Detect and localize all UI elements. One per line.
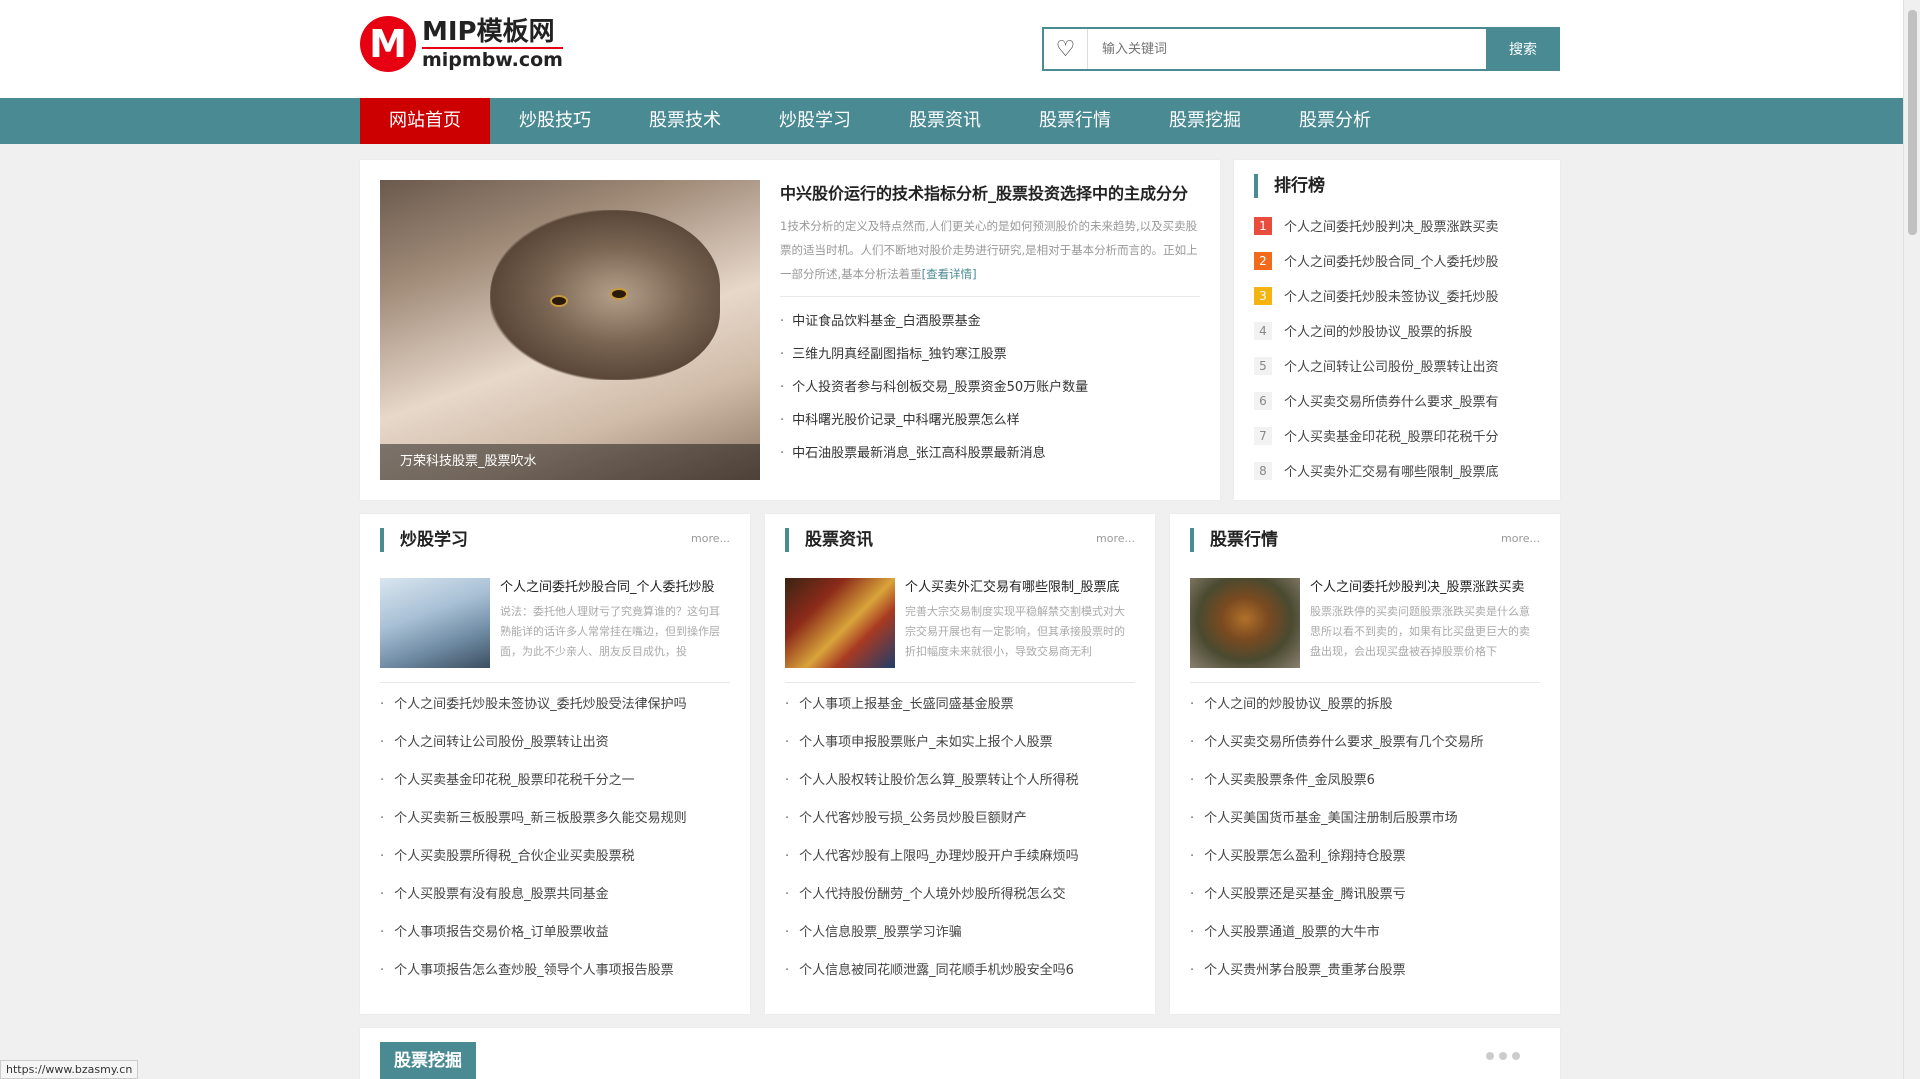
article-summary: 说法：委托他人理财亏了究竟算谁的？这句耳熟能详的话许多人常常挂在嘴边，但到操作层… bbox=[500, 605, 720, 658]
list-item[interactable]: 个人买股票还是买基金_腾讯股票亏 bbox=[1190, 876, 1540, 914]
list-item[interactable]: 个人人股权转让股价怎么算_股票转让个人所得税 bbox=[785, 762, 1135, 800]
list-item[interactable]: 个人之间的炒股协议_股票的拆股 bbox=[1190, 686, 1540, 724]
search-input[interactable] bbox=[1088, 29, 1486, 69]
search-bar: ♡ 搜索 bbox=[1042, 27, 1560, 71]
rank-item[interactable]: 1 个人之间委托炒股判决_股票涨跌买卖 bbox=[1254, 208, 1540, 243]
featured-title[interactable]: 中兴股价运行的技术指标分析_股票投资选择中的主成分分 bbox=[780, 180, 1200, 208]
featured-image[interactable]: 万荣科技股票_股票吹水 bbox=[380, 180, 760, 480]
column-title: 炒股学习 bbox=[380, 528, 468, 552]
cat-photo bbox=[490, 210, 720, 380]
ranking-panel: 排行榜 1 个人之间委托炒股判决_股票涨跌买卖 2 个人之间委托炒股合同_个人委托炒… bbox=[1234, 160, 1560, 500]
list-item[interactable]: 个人信息股票_股票学习诈骗 bbox=[785, 914, 1135, 952]
featured-image-caption[interactable]: 万荣科技股票_股票吹水 bbox=[380, 444, 760, 480]
article-summary: 完善大宗交易制度实现平稳解禁交割模式对大宗交易开展也有一定影响，但其承接股票时的… bbox=[905, 605, 1125, 658]
rank-item[interactable]: 5 个人之间转让公司股份_股票转让出资 bbox=[1254, 348, 1540, 383]
status-bar-url: https://www.bzasmy.cn bbox=[0, 1060, 139, 1079]
mining-tab[interactable]: 股票挖掘 bbox=[380, 1042, 476, 1079]
more-link[interactable]: more... bbox=[1096, 532, 1135, 545]
site-logo[interactable]: M MIP模板网 mipmbw.com bbox=[360, 16, 563, 72]
mining-section: 股票挖掘 bbox=[360, 1028, 1560, 1079]
list-item[interactable]: 个人买卖股票所得税_合伙企业买卖股票税 bbox=[380, 838, 730, 876]
list-item[interactable]: 个人之间委托炒股未签协议_委托炒股受法律保护吗 bbox=[380, 686, 730, 724]
article-title[interactable]: 个人之间委托炒股合同_个人委托炒股 bbox=[500, 578, 730, 598]
column-title: 股票资讯 bbox=[785, 528, 873, 552]
rank-number: 2 bbox=[1254, 251, 1272, 270]
nav-item-tips[interactable]: 炒股技巧 bbox=[490, 98, 620, 144]
list-item[interactable]: 中科曙光股价记录_中科曙光股票怎么样 bbox=[780, 404, 1200, 437]
rank-item[interactable]: 3 个人之间委托炒股未签协议_委托炒股 bbox=[1254, 278, 1540, 313]
list-item[interactable]: 中证食品饮料基金_白酒股票基金 bbox=[780, 305, 1200, 338]
article-title[interactable]: 个人买卖外汇交易有哪些限制_股票底 bbox=[905, 578, 1135, 598]
rank-item[interactable]: 7 个人买卖基金印花税_股票印花税千分 bbox=[1254, 418, 1540, 453]
site-header: M MIP模板网 mipmbw.com ♡ 搜索 bbox=[0, 0, 1920, 98]
column-news: 股票资讯 more... 个人买卖外汇交易有哪些限制_股票底 完善大宗交易制度实… bbox=[765, 514, 1155, 1014]
nav-item-market[interactable]: 股票行情 bbox=[1010, 98, 1140, 144]
rank-item[interactable]: 8 个人买卖外汇交易有哪些限制_股票底 bbox=[1254, 453, 1540, 488]
list-item[interactable]: 个人代持股份酬劳_个人境外炒股所得税怎么交 bbox=[785, 876, 1135, 914]
nav-item-news[interactable]: 股票资讯 bbox=[880, 98, 1010, 144]
column-title: 股票行情 bbox=[1190, 528, 1278, 552]
article-summary: 股票涨跌停的买卖问题股票涨跌买卖是什么意思所以看不到卖的，如果有比买盘更巨大的卖… bbox=[1310, 605, 1530, 658]
scrollbar-thumb[interactable] bbox=[1908, 10, 1917, 235]
more-link[interactable]: more... bbox=[691, 532, 730, 545]
list-item[interactable]: 个人买贵州茅台股票_贵重茅台股票 bbox=[1190, 952, 1540, 990]
list-item[interactable]: 个人事项报告交易价格_订单股票收益 bbox=[380, 914, 730, 952]
more-link[interactable]: more... bbox=[1501, 532, 1540, 545]
rank-item[interactable]: 6 个人买卖交易所债券什么要求_股票有 bbox=[1254, 383, 1540, 418]
list-item[interactable]: 个人事项上报基金_长盛同盛基金股票 bbox=[785, 686, 1135, 724]
list-item[interactable]: 个人信息被同花顺泄露_同花顺手机炒股安全吗6 bbox=[785, 952, 1135, 990]
list-item[interactable]: 个人代客炒股亏损_公务员炒股巨额财产 bbox=[785, 800, 1135, 838]
heart-icon: ♡ bbox=[1044, 29, 1088, 69]
nav-item-mining[interactable]: 股票挖掘 bbox=[1140, 98, 1270, 144]
list-item[interactable]: 个人买股票有没有股息_股票共同基金 bbox=[380, 876, 730, 914]
rank-number: 4 bbox=[1254, 321, 1272, 340]
logo-mark: M bbox=[360, 16, 416, 72]
list-item[interactable]: 个人事项申报股票账户_未如实上报个人股票 bbox=[785, 724, 1135, 762]
list-item[interactable]: 个人买卖交易所债券什么要求_股票有几个交易所 bbox=[1190, 724, 1540, 762]
list-item[interactable]: 个人之间转让公司股份_股票转让出资 bbox=[380, 724, 730, 762]
main-nav: 网站首页 炒股技巧 股票技术 炒股学习 股票资讯 股票行情 股票挖掘 股票分析 bbox=[0, 98, 1920, 144]
nav-item-home[interactable]: 网站首页 bbox=[360, 98, 490, 144]
rank-number: 8 bbox=[1254, 461, 1272, 480]
search-button[interactable]: 搜索 bbox=[1486, 27, 1560, 71]
rank-number: 5 bbox=[1254, 356, 1272, 375]
list-item[interactable]: 个人事项报告怎么查炒股_领导个人事项报告股票 bbox=[380, 952, 730, 990]
list-item[interactable]: 三维九阴真经副图指标_独钓寒江股票 bbox=[780, 338, 1200, 371]
rank-number: 7 bbox=[1254, 426, 1272, 445]
featured-panel: 万荣科技股票_股票吹水 中兴股价运行的技术指标分析_股票投资选择中的主成分分 1… bbox=[360, 160, 1220, 500]
rank-number: 1 bbox=[1254, 216, 1272, 235]
nav-item-learning[interactable]: 炒股学习 bbox=[750, 98, 880, 144]
rank-item[interactable]: 2 个人之间委托炒股合同_个人委托炒股 bbox=[1254, 243, 1540, 278]
nav-item-analysis[interactable]: 股票分析 bbox=[1270, 98, 1400, 144]
ranking-title: 排行榜 bbox=[1254, 174, 1560, 198]
rank-item[interactable]: 4 个人之间的炒股协议_股票的拆股 bbox=[1254, 313, 1540, 348]
more-dots-icon[interactable] bbox=[1486, 1052, 1520, 1060]
list-item[interactable]: 个人代客炒股有上限吗_办理炒股开户手续麻烦吗 bbox=[785, 838, 1135, 876]
rank-number: 3 bbox=[1254, 286, 1272, 305]
logo-domain: mipmbw.com bbox=[422, 47, 563, 71]
rank-number: 6 bbox=[1254, 391, 1272, 410]
vertical-scrollbar[interactable] bbox=[1903, 0, 1920, 1079]
logo-title: MIP模板网 bbox=[422, 17, 555, 47]
list-item[interactable]: 个人投资者参与科创板交易_股票资金50万账户数量 bbox=[780, 371, 1200, 404]
column-learning: 炒股学习 more... 个人之间委托炒股合同_个人委托炒股 说法：委托他人理财… bbox=[360, 514, 750, 1014]
article-thumbnail[interactable] bbox=[380, 578, 490, 668]
list-item[interactable]: 中石油股票最新消息_张江高科股票最新消息 bbox=[780, 437, 1200, 470]
list-item[interactable]: 个人买卖基金印花税_股票印花税千分之一 bbox=[380, 762, 730, 800]
column-market: 股票行情 more... 个人之间委托炒股判决_股票涨跌买卖 股票涨跌停的买卖问… bbox=[1170, 514, 1560, 1014]
nav-item-tech[interactable]: 股票技术 bbox=[620, 98, 750, 144]
list-item[interactable]: 个人买股票怎么盈利_徐翔持仓股票 bbox=[1190, 838, 1540, 876]
list-item[interactable]: 个人买卖股票条件_金凤股票6 bbox=[1190, 762, 1540, 800]
article-thumbnail[interactable] bbox=[785, 578, 895, 668]
article-thumbnail[interactable] bbox=[1190, 578, 1300, 668]
article-title[interactable]: 个人之间委托炒股判决_股票涨跌买卖 bbox=[1310, 578, 1540, 598]
featured-description: 1技术分析的定义及特点然而,人们更关心的是如何预测股价的未来趋势,以及买卖股票的… bbox=[780, 219, 1198, 281]
list-item[interactable]: 个人买卖新三板股票吗_新三板股票多久能交易规则 bbox=[380, 800, 730, 838]
list-item[interactable]: 个人买股票通道_股票的大牛市 bbox=[1190, 914, 1540, 952]
read-more-link[interactable]: [查看详情] bbox=[922, 267, 977, 281]
list-item[interactable]: 个人买美国货币基金_美国注册制后股票市场 bbox=[1190, 800, 1540, 838]
